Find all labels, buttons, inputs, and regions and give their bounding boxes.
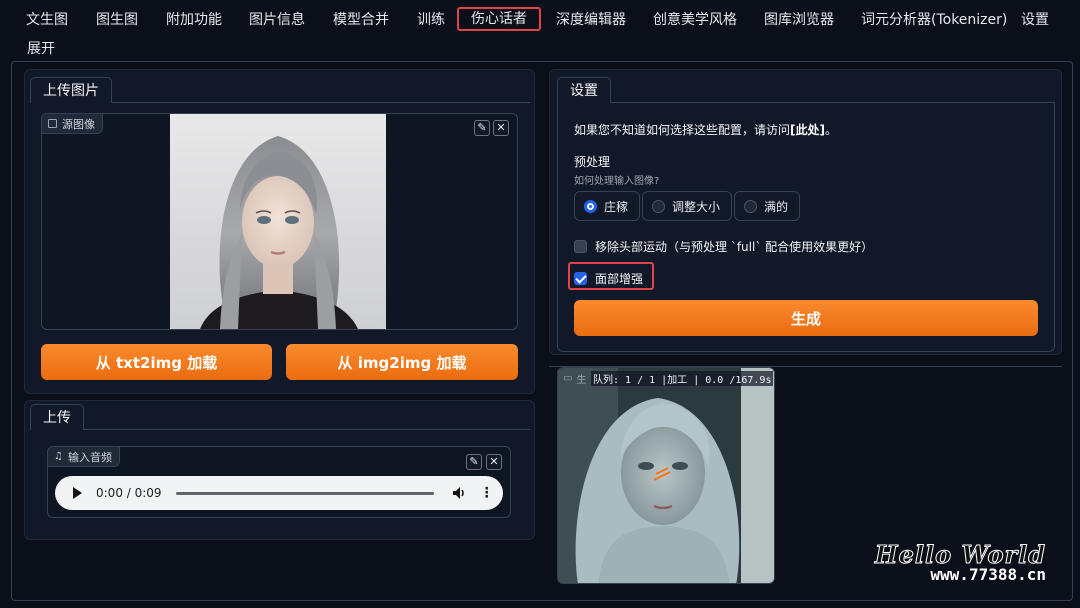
tab-depth-editor[interactable]: 深度编辑器 <box>556 8 626 32</box>
load-from-img2img-button[interactable]: 从 img2img 加载 <box>286 344 518 380</box>
tab-aesthetic-style[interactable]: 创意美学风格 <box>653 8 737 32</box>
settings-hint: 如果您不知道如何选择这些配置，请访问[此处]。 <box>574 123 838 137</box>
source-image <box>170 114 386 329</box>
tab-train[interactable]: 训练 <box>417 8 445 32</box>
face-enhance-checkbox[interactable]: 面部增强 <box>574 270 643 287</box>
tab-tokenizer[interactable]: 词元分析器(Tokenizer) <box>861 8 1007 32</box>
queue-status: 队列: 1 / 1 |加工 | 0.0 /167.9s <box>591 371 774 386</box>
load-from-txt2img-button[interactable]: 从 txt2img 加载 <box>41 344 272 380</box>
tab-extras[interactable]: 附加功能 <box>166 8 222 32</box>
image-icon <box>48 119 57 128</box>
audio-player: 0:00 / 0:09 ⋮ <box>55 476 503 510</box>
preprocess-subtitle: 如何处理输入图像? <box>574 176 660 187</box>
source-image-label: 源图像 <box>42 114 103 134</box>
radio-dot <box>652 199 665 213</box>
tab-img2img[interactable]: 图生图 <box>96 8 138 32</box>
tab-sadtalker[interactable]: 伤心话者 <box>457 7 541 31</box>
checkbox-checked[interactable] <box>574 272 587 285</box>
music-icon: ♫ <box>54 451 63 462</box>
more-options-icon[interactable]: ⋮ <box>480 486 494 500</box>
checkbox[interactable] <box>574 240 587 253</box>
output-label: ▭ 生 <box>563 373 587 386</box>
tab-upload[interactable]: 上传 <box>30 404 84 430</box>
output-video-frame <box>558 368 774 583</box>
radio-dot <box>744 199 757 213</box>
audio-time: 0:00 / 0:09 <box>96 486 162 500</box>
tab-settings[interactable]: 设置 <box>1021 8 1049 32</box>
radio-resize[interactable]: 调整大小 <box>642 191 732 221</box>
tab-settings-panel[interactable]: 设置 <box>557 77 611 103</box>
top-nav: 文生图 图生图 附加功能 图片信息 模型合并 训练 伤心话者 深度编辑器 创意美… <box>0 0 1080 38</box>
generate-button[interactable]: 生成 <box>574 300 1038 336</box>
hint-link[interactable]: [此处] <box>790 123 825 137</box>
edit-icon[interactable]: ✎ <box>466 454 482 470</box>
input-audio-label: ♫ 输入音频 <box>48 447 120 467</box>
output-video-box[interactable] <box>557 367 775 584</box>
video-icon: ▭ <box>563 373 573 384</box>
radio-dot <box>584 199 597 213</box>
tab-checkpoint-merger[interactable]: 模型合并 <box>333 8 389 32</box>
play-icon[interactable] <box>73 487 82 499</box>
close-icon[interactable]: ✕ <box>493 120 509 136</box>
still-mode-checkbox[interactable]: 移除头部运动（与预处理 `full` 配合使用效果更好） <box>574 238 873 255</box>
tab-image-browser[interactable]: 图库浏览器 <box>764 8 834 32</box>
preprocess-title: 预处理 <box>574 155 611 169</box>
tab-png-info[interactable]: 图片信息 <box>249 8 305 32</box>
edit-icon[interactable]: ✎ <box>474 120 490 136</box>
watermark: Hello World www.77388.cn <box>874 540 1046 585</box>
tab-upload-image[interactable]: 上传图片 <box>30 77 112 103</box>
audio-seek-bar[interactable] <box>175 491 434 495</box>
tab-txt2img[interactable]: 文生图 <box>26 8 68 32</box>
close-icon[interactable]: ✕ <box>486 454 502 470</box>
radio-crop[interactable]: 庄稼 <box>574 191 640 221</box>
volume-icon[interactable] <box>452 486 466 500</box>
expand-toggle[interactable]: 展开 <box>27 38 55 58</box>
radio-full[interactable]: 满的 <box>734 191 800 221</box>
